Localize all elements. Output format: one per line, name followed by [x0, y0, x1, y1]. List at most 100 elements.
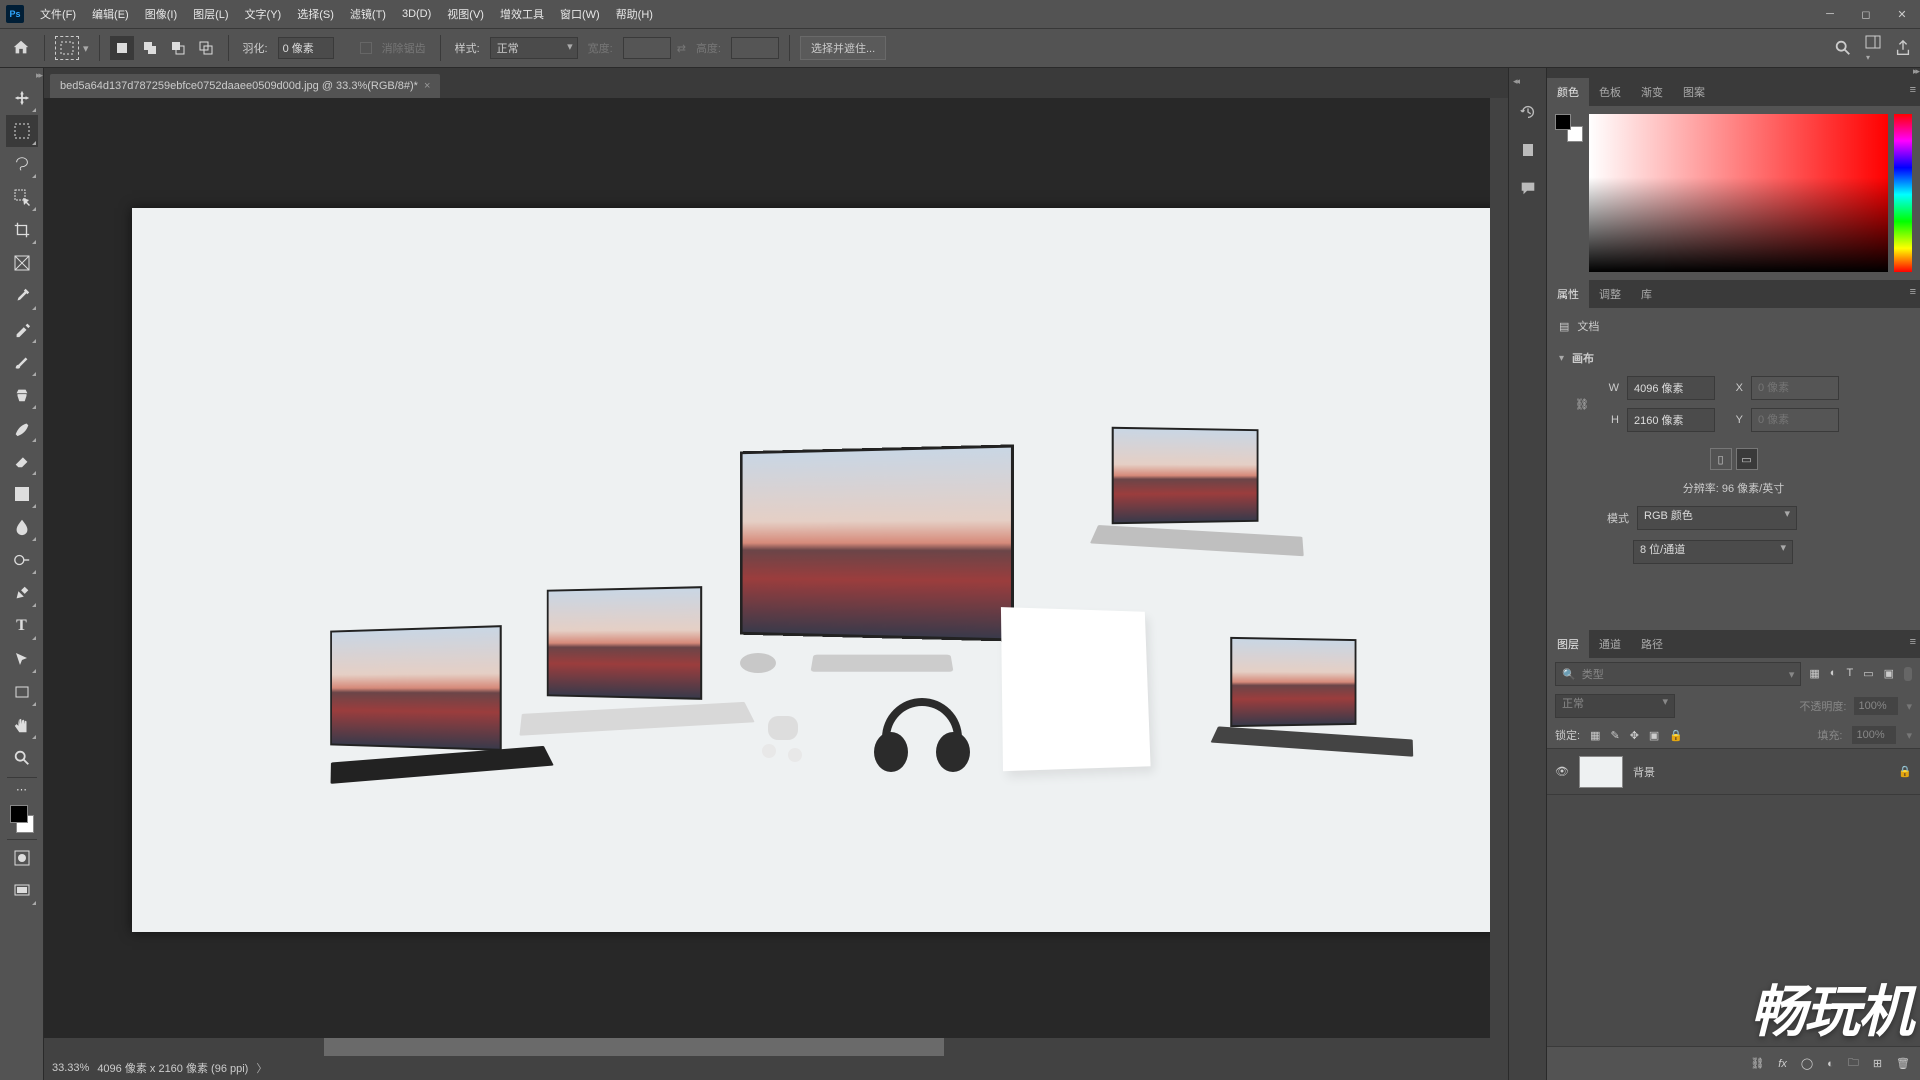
panel-menu-icon[interactable]: ≡: [1910, 84, 1916, 96]
menu-3d[interactable]: 3D(D): [394, 4, 439, 24]
tab-libraries[interactable]: 库: [1631, 280, 1662, 308]
filter-shape-icon[interactable]: ▭: [1863, 667, 1873, 681]
menu-view[interactable]: 视图(V): [439, 2, 492, 26]
menu-select[interactable]: 选择(S): [289, 2, 342, 26]
frame-tool[interactable]: [6, 247, 38, 279]
selection-subtract-icon[interactable]: [166, 36, 190, 60]
tab-gradients[interactable]: 渐变: [1631, 78, 1673, 106]
tab-paths[interactable]: 路径: [1631, 630, 1673, 658]
fgbg-swatch[interactable]: [1555, 114, 1583, 142]
layer-visibility-icon[interactable]: 👁: [1555, 765, 1569, 778]
marquee-tool[interactable]: [6, 115, 38, 147]
menu-image[interactable]: 图像(I): [137, 2, 185, 26]
layer-name[interactable]: 背景: [1633, 764, 1655, 780]
lock-all-icon[interactable]: 🔒: [1669, 729, 1683, 742]
gradient-tool[interactable]: [6, 478, 38, 510]
eraser-tool[interactable]: [6, 445, 38, 477]
menu-plugins[interactable]: 增效工具: [492, 2, 552, 26]
window-close-icon[interactable]: ✕: [1884, 0, 1920, 28]
tab-patterns[interactable]: 图案: [1673, 78, 1715, 106]
filter-smart-icon[interactable]: ▣: [1884, 667, 1894, 681]
tab-layers[interactable]: 图层: [1547, 630, 1589, 658]
layer-thumbnail[interactable]: [1579, 756, 1623, 788]
window-minimize-icon[interactable]: ─: [1812, 0, 1848, 28]
filter-image-icon[interactable]: ▦: [1809, 667, 1819, 681]
menu-edit[interactable]: 编辑(E): [84, 2, 137, 26]
filter-type-icon[interactable]: T: [1846, 667, 1853, 681]
history-panel-icon[interactable]: [1516, 100, 1540, 124]
lock-position-icon[interactable]: ✥: [1630, 729, 1639, 742]
pen-tool[interactable]: [6, 577, 38, 609]
tab-color[interactable]: 颜色: [1547, 78, 1589, 106]
select-and-mask-button[interactable]: 选择并遮住...: [800, 36, 886, 60]
status-menu-icon[interactable]: 〉: [256, 1060, 267, 1076]
menu-window[interactable]: 窗口(W): [552, 2, 608, 26]
home-icon[interactable]: [8, 35, 34, 61]
menu-filter[interactable]: 滤镜(T): [342, 2, 394, 26]
lock-artboard-icon[interactable]: ▣: [1649, 729, 1659, 742]
screenmode-icon[interactable]: [6, 875, 38, 907]
selection-intersect-icon[interactable]: [194, 36, 218, 60]
edit-toolbar-icon[interactable]: ⋯: [6, 780, 38, 798]
move-tool[interactable]: [6, 82, 38, 114]
share-icon[interactable]: [1894, 39, 1912, 57]
new-layer-icon[interactable]: ⊞: [1873, 1057, 1882, 1070]
libraries-panel-icon[interactable]: [1516, 138, 1540, 162]
layer-fx-icon[interactable]: fx: [1778, 1058, 1787, 1070]
layer-mask-icon[interactable]: ◯: [1801, 1057, 1813, 1070]
color-swatches[interactable]: [6, 801, 38, 837]
layer-lock-icon[interactable]: 🔒: [1898, 765, 1912, 778]
comments-panel-icon[interactable]: [1516, 176, 1540, 200]
marquee-tool-indicator-icon[interactable]: [55, 36, 79, 60]
canvas-section-label[interactable]: 画布: [1572, 350, 1594, 366]
crop-tool[interactable]: [6, 214, 38, 246]
color-field[interactable]: [1589, 114, 1888, 272]
type-tool[interactable]: T: [6, 610, 38, 642]
dodge-tool[interactable]: [6, 544, 38, 576]
lock-brush-icon[interactable]: ✎: [1610, 729, 1619, 742]
window-maximize-icon[interactable]: ◻: [1848, 0, 1884, 28]
tab-properties[interactable]: 属性: [1547, 280, 1589, 308]
clone-stamp-tool[interactable]: [6, 379, 38, 411]
blur-tool[interactable]: [6, 511, 38, 543]
group-icon[interactable]: 🗀: [1848, 1054, 1859, 1073]
panel-menu-icon[interactable]: ≡: [1910, 636, 1916, 648]
tab-close-icon[interactable]: ×: [424, 80, 430, 92]
search-icon[interactable]: [1834, 39, 1852, 57]
canvas-height-input[interactable]: [1627, 408, 1715, 432]
link-layers-icon[interactable]: ⛓: [1750, 1057, 1764, 1070]
hand-tool[interactable]: [6, 709, 38, 741]
selection-add-icon[interactable]: [138, 36, 162, 60]
color-mode-select[interactable]: RGB 颜色: [1637, 506, 1797, 530]
filter-adjust-icon[interactable]: ◐: [1830, 667, 1837, 681]
canvas-width-input[interactable]: [1627, 376, 1715, 400]
lock-pixels-icon[interactable]: ▦: [1590, 729, 1600, 742]
layer-filter-select[interactable]: 🔍 类型 ▾: [1555, 662, 1801, 686]
path-select-tool[interactable]: [6, 643, 38, 675]
status-zoom[interactable]: 33.33%: [52, 1062, 89, 1074]
lasso-tool[interactable]: [6, 148, 38, 180]
healing-brush-tool[interactable]: [6, 313, 38, 345]
eyedropper-tool[interactable]: [6, 280, 38, 312]
brush-tool[interactable]: [6, 346, 38, 378]
quick-select-tool[interactable]: [6, 181, 38, 213]
tab-adjustments[interactable]: 调整: [1589, 280, 1631, 308]
quickmask-icon[interactable]: [6, 842, 38, 874]
tab-channels[interactable]: 通道: [1589, 630, 1631, 658]
filter-toggle-icon[interactable]: [1904, 667, 1912, 681]
layer-item-background[interactable]: 👁 背景 🔒: [1547, 749, 1920, 795]
menu-help[interactable]: 帮助(H): [608, 2, 661, 26]
tab-swatches[interactable]: 色板: [1589, 78, 1631, 106]
document-tab[interactable]: bed5a64d137d787259ebfce0752daaee0509d00d…: [50, 74, 440, 98]
horizontal-scrollbar[interactable]: [44, 1038, 1490, 1056]
style-select[interactable]: 正常: [490, 37, 578, 59]
status-dimensions[interactable]: 4096 像素 x 2160 像素 (96 ppi): [97, 1060, 248, 1076]
rectangle-tool[interactable]: [6, 676, 38, 708]
panel-menu-icon[interactable]: ≡: [1910, 286, 1916, 298]
orientation-portrait-icon[interactable]: ▯: [1710, 448, 1732, 470]
canvas-viewport[interactable]: [44, 98, 1508, 1056]
feather-input[interactable]: [278, 37, 334, 59]
link-wh-icon[interactable]: ⛓: [1575, 398, 1589, 411]
hue-slider[interactable]: [1894, 114, 1912, 272]
bit-depth-select[interactable]: 8 位/通道: [1633, 540, 1793, 564]
